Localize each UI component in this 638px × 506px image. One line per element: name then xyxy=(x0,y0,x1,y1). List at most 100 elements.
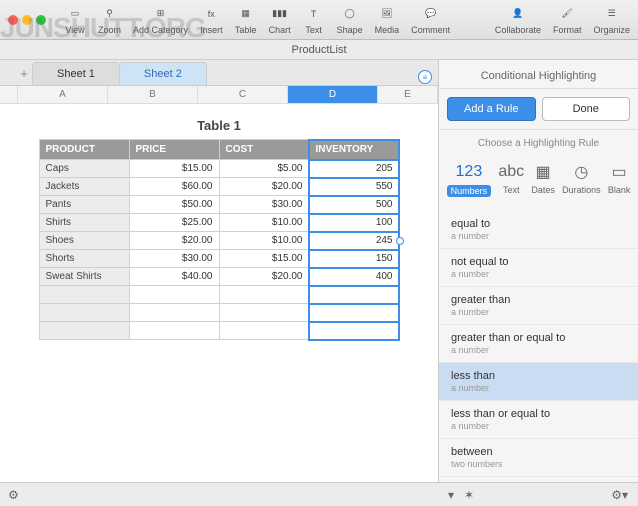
organize-button[interactable]: ☰Organize xyxy=(593,5,630,35)
collaborate-button[interactable]: 👤Collaborate xyxy=(495,5,541,35)
add-category-button[interactable]: ⊞Add Category xyxy=(133,5,188,35)
table-button[interactable]: ▦Table xyxy=(235,5,257,35)
cell-inventory[interactable]: 550 xyxy=(309,178,399,196)
textbtn-label: Text xyxy=(305,25,322,35)
header-cost[interactable]: COST xyxy=(219,140,309,160)
cell-price[interactable]: $20.00 xyxy=(129,232,219,250)
cell-cost[interactable]: $15.00 xyxy=(219,250,309,268)
cell-inventory[interactable]: 245 xyxy=(309,232,399,250)
header-product[interactable]: PRODUCT xyxy=(39,140,129,160)
header-inventory[interactable]: INVENTORY xyxy=(309,140,399,160)
col-a[interactable]: A xyxy=(18,86,108,103)
text-button[interactable]: TText xyxy=(303,5,325,35)
empty-row[interactable] xyxy=(39,286,129,304)
grid-area[interactable]: Table 1 PRODUCT PRICE COST INVENTORY Cap… xyxy=(0,104,438,506)
collab-label: Collaborate xyxy=(495,25,541,35)
format-button[interactable]: 🖌Format xyxy=(553,5,582,35)
insert-button[interactable]: fxInsert xyxy=(200,5,223,35)
cell-inventory[interactable]: 500 xyxy=(309,196,399,214)
cell-cost[interactable]: $20.00 xyxy=(219,178,309,196)
rule-option[interactable]: greater thana number xyxy=(439,287,638,325)
column-filter-handle[interactable]: ≡ xyxy=(418,70,432,84)
durations-label: Durations xyxy=(562,185,601,195)
window-controls[interactable] xyxy=(8,15,46,25)
table-row[interactable]: Jackets$60.00$20.00550 xyxy=(39,178,399,196)
table-row[interactable]: Shorts$30.00$15.00150 xyxy=(39,250,399,268)
close-window[interactable] xyxy=(8,15,18,25)
footer-bar: ⚙︎ xyxy=(0,482,438,506)
cell-price[interactable]: $60.00 xyxy=(129,178,219,196)
rule-option[interactable]: not equal toa number xyxy=(439,249,638,287)
cell-product[interactable]: Caps xyxy=(39,160,129,178)
cell-product[interactable]: Shoes xyxy=(39,232,129,250)
done-button[interactable]: Done xyxy=(542,97,631,121)
cell-cost[interactable]: $10.00 xyxy=(219,232,309,250)
sheet-tab-2[interactable]: Sheet 2 xyxy=(119,62,207,85)
cell-price[interactable]: $50.00 xyxy=(129,196,219,214)
rule-option[interactable]: less thana number xyxy=(439,363,638,401)
cell-inventory[interactable]: 150 xyxy=(309,250,399,268)
cell-inventory[interactable]: 400 xyxy=(309,268,399,286)
choose-rule-label: Choose a Highlighting Rule xyxy=(439,130,638,153)
corner-cell xyxy=(0,86,18,103)
rule-option[interactable]: greater than or equal toa number xyxy=(439,325,638,363)
rule-type-durations[interactable]: ◷Durations xyxy=(560,159,603,201)
cell-price[interactable]: $25.00 xyxy=(129,214,219,232)
table-row[interactable]: Shoes$20.00$10.00245 xyxy=(39,232,399,250)
add-rule-button[interactable]: Add a Rule xyxy=(447,97,536,121)
col-e[interactable]: E xyxy=(378,86,438,103)
rules-list: equal toa numbernot equal toa numbergrea… xyxy=(439,211,638,506)
cell-price[interactable]: $30.00 xyxy=(129,250,219,268)
selection-handle[interactable] xyxy=(396,237,404,245)
sheet-tab-1[interactable]: Sheet 1 xyxy=(32,62,120,85)
cell-inventory[interactable]: 100 xyxy=(309,214,399,232)
cell-cost[interactable]: $5.00 xyxy=(219,160,309,178)
cell-price[interactable]: $40.00 xyxy=(129,268,219,286)
cell-product[interactable]: Sweat Shirts xyxy=(39,268,129,286)
col-b[interactable]: B xyxy=(108,86,198,103)
view-button[interactable]: ▭View xyxy=(64,5,86,35)
cell-inventory[interactable]: 205 xyxy=(309,160,399,178)
cell-cost[interactable]: $20.00 xyxy=(219,268,309,286)
media-button[interactable]: 🖼Media xyxy=(375,5,400,35)
footer-gear-2-icon[interactable]: ⚙︎▾ xyxy=(611,488,628,502)
cell-price[interactable]: $15.00 xyxy=(129,160,219,178)
header-price[interactable]: PRICE xyxy=(129,140,219,160)
col-c[interactable]: C xyxy=(198,86,288,103)
cell-product[interactable]: Jackets xyxy=(39,178,129,196)
chart-button[interactable]: ▮▮▮Chart xyxy=(269,5,291,35)
rule-type-numbers[interactable]: 123Numbers xyxy=(445,159,494,201)
dropdown-icon[interactable]: ▾ xyxy=(448,488,454,502)
rule-type-dates[interactable]: ▦Dates xyxy=(529,159,557,201)
calendar-icon: ▦ xyxy=(536,163,551,181)
minimize-window[interactable] xyxy=(22,15,32,25)
table-row[interactable]: Caps$15.00$5.00205 xyxy=(39,160,399,178)
settings-gear-icon[interactable]: ✶ xyxy=(464,488,474,502)
rule-option[interactable]: equal toa number xyxy=(439,211,638,249)
rule-option[interactable]: less than or equal toa number xyxy=(439,401,638,439)
cell-product[interactable]: Pants xyxy=(39,196,129,214)
cell-product[interactable]: Shorts xyxy=(39,250,129,268)
zoom-button[interactable]: ⚲Zoom xyxy=(98,5,121,35)
footer-gear-icon[interactable]: ⚙︎ xyxy=(8,488,19,502)
maximize-window[interactable] xyxy=(36,15,46,25)
table-row[interactable]: Sweat Shirts$40.00$20.00400 xyxy=(39,268,399,286)
add-sheet-button[interactable]: + xyxy=(16,65,32,81)
empty-row[interactable] xyxy=(39,322,129,340)
cell-cost[interactable]: $10.00 xyxy=(219,214,309,232)
data-table[interactable]: PRODUCT PRICE COST INVENTORY Caps$15.00$… xyxy=(39,139,400,340)
chart-label: Chart xyxy=(269,25,291,35)
cell-cost[interactable]: $30.00 xyxy=(219,196,309,214)
cell-product[interactable]: Shirts xyxy=(39,214,129,232)
rule-type-blank[interactable]: ▭Blank xyxy=(606,159,633,201)
rule-type-text[interactable]: abcText xyxy=(496,159,526,201)
empty-row[interactable] xyxy=(39,304,129,322)
comment-button[interactable]: 💬Comment xyxy=(411,5,450,35)
table-label: Table xyxy=(235,25,257,35)
addcat-label: Add Category xyxy=(133,25,188,35)
table-row[interactable]: Shirts$25.00$10.00100 xyxy=(39,214,399,232)
rule-option[interactable]: betweentwo numbers xyxy=(439,439,638,477)
shape-button[interactable]: ◯Shape xyxy=(337,5,363,35)
table-row[interactable]: Pants$50.00$30.00500 xyxy=(39,196,399,214)
col-d-selected[interactable]: D xyxy=(288,86,378,103)
